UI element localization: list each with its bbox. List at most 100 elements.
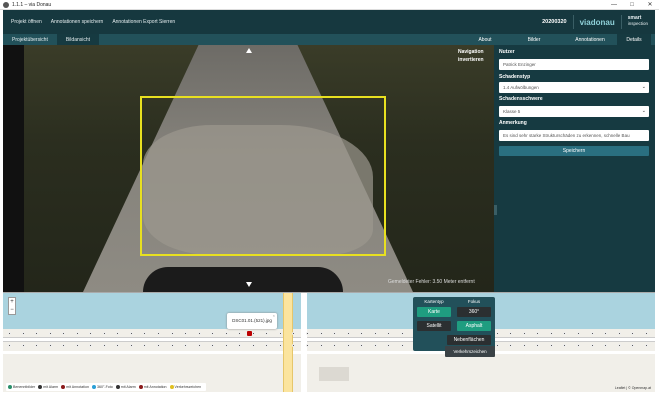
image-marker[interactable] xyxy=(509,332,513,335)
zoom-out-button[interactable]: − xyxy=(9,306,15,314)
image-marker[interactable] xyxy=(509,344,513,347)
image-marker[interactable] xyxy=(319,344,323,347)
invert-navigation-toggle[interactable]: Navigation invertieren xyxy=(458,48,484,64)
road-image-viewer[interactable]: Navigation invertieren Gemeldeter Fehler… xyxy=(3,45,494,292)
image-marker[interactable] xyxy=(373,344,377,347)
image-marker[interactable] xyxy=(35,344,39,347)
image-marker[interactable] xyxy=(75,332,79,335)
image-marker[interactable] xyxy=(346,344,350,347)
image-marker[interactable] xyxy=(197,344,201,347)
image-marker[interactable] xyxy=(75,344,79,347)
damage-type-select[interactable]: 1.4 Aufwölbungen ⌄ xyxy=(499,82,649,93)
image-marker[interactable] xyxy=(102,344,106,347)
image-marker[interactable] xyxy=(157,344,161,347)
image-marker[interactable] xyxy=(360,344,364,347)
image-marker[interactable] xyxy=(265,344,269,347)
image-marker[interactable] xyxy=(604,344,608,347)
image-marker[interactable] xyxy=(129,344,133,347)
map-attribution[interactable]: Leaflet | © Openmap.at xyxy=(615,386,651,390)
image-marker[interactable] xyxy=(333,332,337,335)
image-marker[interactable] xyxy=(319,332,323,335)
image-marker[interactable] xyxy=(21,332,25,335)
selected-image-marker[interactable] xyxy=(247,331,252,336)
image-marker[interactable] xyxy=(387,332,391,335)
image-marker[interactable] xyxy=(563,332,567,335)
image-marker[interactable] xyxy=(211,344,215,347)
image-marker[interactable] xyxy=(576,344,580,347)
image-marker[interactable] xyxy=(251,344,255,347)
image-marker[interactable] xyxy=(197,332,201,335)
menu-open-project[interactable]: Projekt öffnen xyxy=(11,19,42,25)
image-marker[interactable] xyxy=(373,332,377,335)
tab-about[interactable]: About xyxy=(465,34,505,45)
tab-image-view[interactable]: Bildansicht xyxy=(56,34,100,45)
image-marker[interactable] xyxy=(387,344,391,347)
focus-360-button[interactable]: 360° xyxy=(457,307,491,317)
image-marker[interactable] xyxy=(224,344,228,347)
image-marker[interactable] xyxy=(617,344,621,347)
severity-select[interactable]: Klasse 5 ⌄ xyxy=(499,106,649,117)
image-marker[interactable] xyxy=(360,332,364,335)
map-type-karte-button[interactable]: Karte xyxy=(417,307,451,317)
image-marker[interactable] xyxy=(8,332,11,335)
image-marker[interactable] xyxy=(8,344,11,347)
image-marker[interactable] xyxy=(143,344,147,347)
image-marker[interactable] xyxy=(238,332,242,335)
image-marker[interactable] xyxy=(333,344,337,347)
image-marker[interactable] xyxy=(536,344,540,347)
image-marker[interactable] xyxy=(306,344,310,347)
image-marker[interactable] xyxy=(157,332,161,335)
tab-images[interactable]: Bilder xyxy=(505,34,563,45)
image-marker[interactable] xyxy=(617,332,621,335)
nav-down-arrow-icon[interactable] xyxy=(246,282,252,287)
user-field[interactable]: Patrick Enzinger xyxy=(499,59,649,70)
image-marker[interactable] xyxy=(184,332,188,335)
image-marker[interactable] xyxy=(495,344,499,347)
image-marker[interactable] xyxy=(549,344,553,347)
image-marker[interactable] xyxy=(495,332,499,335)
image-marker[interactable] xyxy=(563,344,567,347)
zoom-in-button[interactable]: + xyxy=(9,298,15,306)
note-field[interactable]: Es sind sehr starke Strukturschäden zu e… xyxy=(499,130,649,141)
image-marker[interactable] xyxy=(251,332,255,335)
image-marker[interactable] xyxy=(170,332,174,335)
image-marker[interactable] xyxy=(346,332,350,335)
image-marker[interactable] xyxy=(644,344,648,347)
image-marker[interactable] xyxy=(89,344,93,347)
damage-bounding-box[interactable] xyxy=(140,96,386,256)
image-marker[interactable] xyxy=(170,344,174,347)
image-marker[interactable] xyxy=(278,344,282,347)
menu-export-annotations[interactable]: Annotationen Export Sierren xyxy=(112,19,175,25)
tab-annotations[interactable]: Annotationen xyxy=(563,34,617,45)
image-marker[interactable] xyxy=(116,332,120,335)
image-marker[interactable] xyxy=(21,344,25,347)
image-marker[interactable] xyxy=(549,332,553,335)
image-marker[interactable] xyxy=(604,332,608,335)
image-marker[interactable] xyxy=(536,332,540,335)
image-marker[interactable] xyxy=(89,332,93,335)
image-marker[interactable] xyxy=(644,332,648,335)
map-view[interactable]: + − DSC01.01.(521).jpg × Kartentyp Fokus… xyxy=(3,292,655,392)
image-marker[interactable] xyxy=(129,332,133,335)
map-type-satellite-button[interactable]: Satellit xyxy=(417,321,451,331)
maximize-button[interactable]: □ xyxy=(623,0,641,10)
focus-asphalt-button[interactable]: Asphalt xyxy=(457,321,491,331)
image-marker[interactable] xyxy=(62,332,66,335)
panel-resize-handle[interactable] xyxy=(494,205,497,215)
image-marker[interactable] xyxy=(590,332,594,335)
image-marker[interactable] xyxy=(62,344,66,347)
image-marker[interactable] xyxy=(631,332,635,335)
image-marker[interactable] xyxy=(631,344,635,347)
image-marker[interactable] xyxy=(400,344,404,347)
image-marker[interactable] xyxy=(292,344,296,347)
image-marker[interactable] xyxy=(238,344,242,347)
popup-close-icon[interactable]: × xyxy=(273,308,275,324)
image-marker[interactable] xyxy=(184,344,188,347)
image-marker[interactable] xyxy=(590,344,594,347)
minimize-button[interactable]: — xyxy=(605,0,623,10)
image-marker[interactable] xyxy=(306,332,310,335)
save-button[interactable]: Speichern xyxy=(499,146,649,156)
nav-up-arrow-icon[interactable] xyxy=(246,48,252,53)
image-marker[interactable] xyxy=(48,344,52,347)
image-marker[interactable] xyxy=(102,332,106,335)
